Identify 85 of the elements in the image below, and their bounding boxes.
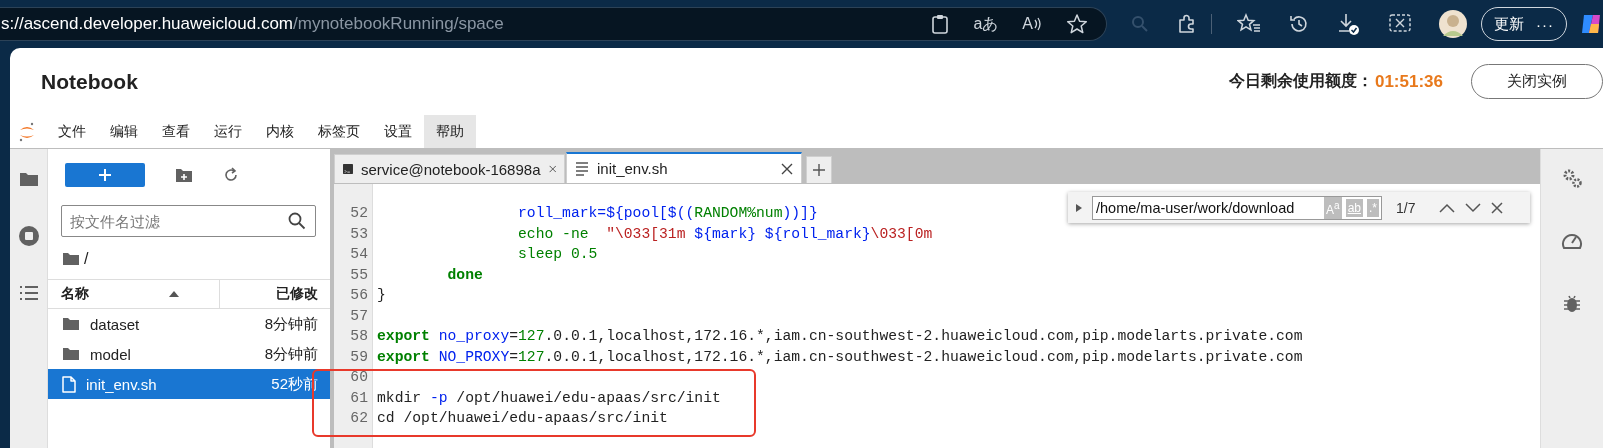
favorites-icon[interactable] — [1237, 13, 1261, 35]
file-row[interactable]: dataset 8分钟前 — [48, 309, 330, 339]
clipboard-icon[interactable] — [931, 14, 950, 34]
line-number: 54 — [349, 246, 368, 263]
menu-item[interactable]: 内核 — [254, 115, 306, 148]
filter-field[interactable]: 按文件名过滤 — [61, 205, 316, 237]
editor-tab[interactable]: init_env.sh — [566, 152, 802, 183]
name-column-header[interactable]: 名称 — [48, 280, 220, 308]
close-icon[interactable] — [1491, 201, 1504, 214]
new-tab-button[interactable] — [806, 156, 832, 183]
code-line: cd /opt/huawei/edu-apaas/src/init — [377, 410, 668, 427]
menu-item[interactable]: 查看 — [150, 115, 202, 148]
folder-icon — [62, 252, 80, 266]
menu-item[interactable]: 帮助 — [424, 115, 476, 148]
sound-waves-icon — [1034, 17, 1042, 31]
line-number: 57 — [349, 307, 368, 324]
stop-icon[interactable] — [17, 225, 40, 247]
translate-button[interactable]: aあ — [973, 13, 999, 35]
line-number: 61 — [349, 389, 368, 406]
line-number: 53 — [349, 225, 368, 242]
code-line: } — [377, 287, 386, 304]
line-number: 60 — [349, 369, 368, 386]
menu-item[interactable]: 运行 — [202, 115, 254, 148]
expand-icon[interactable] — [1076, 203, 1082, 212]
line-number: 59 — [349, 348, 368, 365]
close-instance-button[interactable]: 关闭实例 — [1471, 64, 1603, 99]
code-line: export no_proxy=127.0.0.1,localhost,172.16.*,iam.cn-southwest-2.huaweicloud.com,pip.modelarts.private.com — [377, 328, 1303, 345]
line-number: 56 — [349, 287, 368, 304]
menu-item[interactable]: 标签页 — [306, 115, 372, 148]
code-line: sleep 0.5 — [517, 246, 598, 263]
gears-icon[interactable] — [1561, 167, 1583, 189]
url-text: s://ascend.developer.huaweicloud.com/mynotebookRunning/space — [0, 14, 504, 34]
list-icon[interactable] — [18, 285, 39, 301]
match-count: 1/7 — [1396, 199, 1416, 216]
file-name: model — [90, 345, 131, 363]
gauge-icon[interactable] — [1561, 231, 1583, 251]
new-folder-icon[interactable] — [175, 167, 193, 183]
download-icon[interactable] — [1337, 12, 1361, 36]
jupyter-logo — [19, 121, 35, 142]
copilot-icon[interactable] — [1579, 12, 1603, 36]
code-line: mkdir -p /opt/huawei/edu-apaas/src/init — [377, 389, 721, 406]
search-icon — [288, 212, 306, 230]
close-icon[interactable] — [781, 162, 793, 175]
folder-icon[interactable] — [18, 171, 39, 187]
code-line: roll_mark=${pool[$((RANDOM%num))]} — [517, 205, 818, 222]
modified-column-header[interactable]: 已修改 — [220, 285, 330, 303]
folder-icon — [62, 347, 80, 361]
code-line: export NO_PROXY=127.0.0.1,localhost,172.16.*,iam.cn-southwest-2.huaweicloud.com,pip.modelarts.private.com — [377, 348, 1303, 365]
next-match-icon[interactable] — [1465, 202, 1482, 213]
quota-time: 01:51:36 — [1374, 71, 1443, 92]
line-number: 58 — [349, 328, 368, 345]
folder-icon — [62, 317, 80, 331]
text-file-icon — [575, 161, 589, 176]
line-number: 52 — [349, 205, 368, 222]
new-launcher-button[interactable] — [65, 163, 145, 187]
menu-item[interactable]: 编辑 — [98, 115, 150, 148]
menu-item[interactable]: 设置 — [372, 115, 424, 148]
file-icon — [62, 375, 76, 393]
file-name: dataset — [90, 315, 140, 333]
code-line: echo -ne "\033[31m ${mark} ${roll_mark}\033[0m — [517, 225, 933, 242]
app-title: Notebook — [41, 69, 138, 94]
breadcrumb-path[interactable]: / — [84, 250, 89, 268]
menu-item[interactable]: 文件 — [46, 115, 98, 148]
previous-match-icon[interactable] — [1439, 202, 1456, 213]
plus-icon — [813, 164, 825, 176]
star-icon[interactable] — [1066, 13, 1088, 35]
screenshot-icon[interactable] — [1388, 13, 1412, 35]
file-name: init_env.sh — [86, 375, 157, 393]
file-modified: 8分钟前 — [264, 314, 318, 334]
line-number: 55 — [349, 266, 368, 283]
terminal-icon — [343, 161, 353, 177]
quota-label: 今日剩余使用额度： — [1228, 71, 1373, 91]
line-number: 62 — [349, 410, 368, 427]
bug-icon[interactable] — [1563, 293, 1581, 313]
address-bar[interactable]: s://ascend.developer.huaweicloud.com/mynotebookRunning/space aあ A — [0, 7, 1107, 41]
plus-icon — [98, 168, 112, 182]
code-line: done — [446, 266, 483, 283]
editor-tab[interactable]: service@notebook-16898a — [334, 154, 565, 183]
read-aloud-button[interactable]: A — [1022, 15, 1042, 33]
sort-icon — [169, 291, 179, 297]
history-icon[interactable] — [1288, 13, 1310, 35]
file-row[interactable]: model 8分钟前 — [48, 339, 330, 369]
avatar[interactable] — [1439, 10, 1467, 38]
file-modified: 8分钟前 — [264, 344, 318, 364]
refresh-icon[interactable] — [223, 167, 239, 183]
